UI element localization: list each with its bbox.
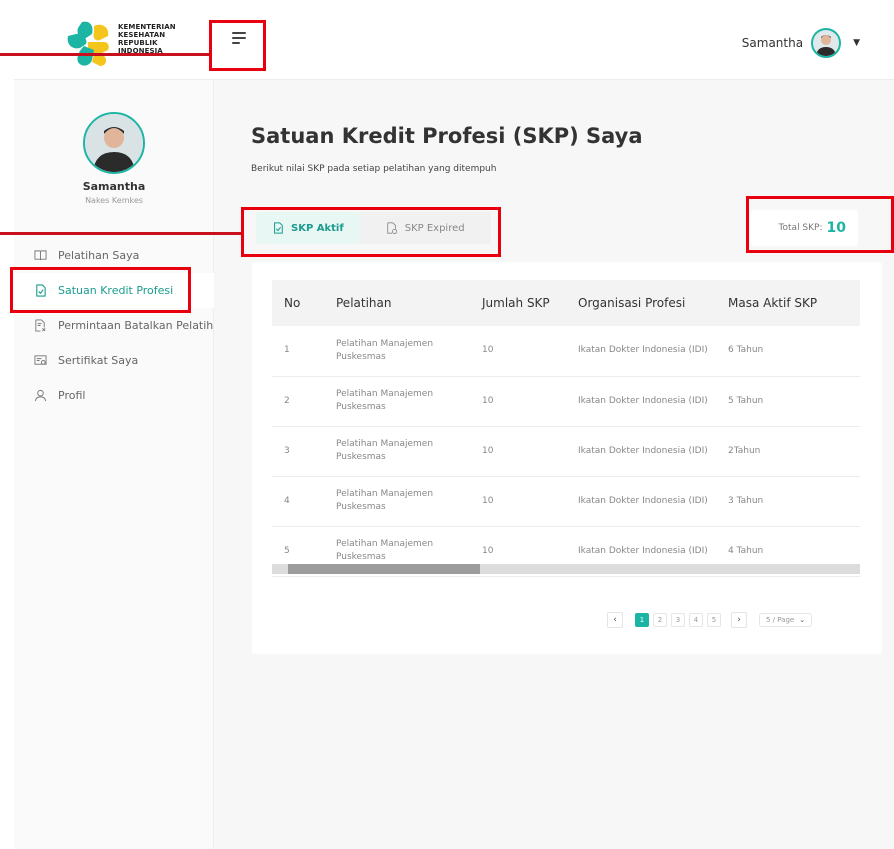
logo-icon	[67, 21, 109, 66]
tab-skp-expired[interactable]: SKP Expired	[359, 212, 491, 244]
column-header-organisasi-profesi: Organisasi Profesi	[566, 280, 716, 326]
cell-pelatihan: Pelatihan Manajemen Puskesmas	[324, 376, 470, 427]
cell-no: 4	[272, 476, 324, 527]
page-size-select[interactable]: 5 / Page ⌄	[759, 613, 813, 627]
page-subtitle: Berikut nilai SKP pada setiap pelatihan …	[251, 164, 497, 174]
document-check-icon	[274, 222, 283, 234]
table-row: 3 Pelatihan Manajemen Puskesmas 10 Ikata…	[272, 426, 860, 477]
cell-organisasi: Ikatan Dokter Indonesia (IDI)	[566, 426, 716, 477]
cell-jumlah: 10	[470, 426, 566, 477]
sidebar-item-profil[interactable]: Profil	[14, 378, 214, 413]
cell-pelatihan: Pelatihan Manajemen Puskesmas	[324, 426, 470, 477]
profile-role: Nakes Kemkes	[85, 196, 143, 205]
certificate-icon	[34, 355, 47, 365]
table-header-row: No Pelatihan Jumlah SKP Organisasi Profe…	[272, 280, 860, 326]
cell-organisasi: Ikatan Dokter Indonesia (IDI)	[566, 326, 716, 377]
sidebar-item-label: Sertifikat Saya	[58, 354, 139, 367]
column-header-jumlah-skp: Jumlah SKP	[470, 280, 566, 326]
pagination-page-5[interactable]: 5	[707, 613, 721, 627]
table-scroll-container: No Pelatihan Jumlah SKP Organisasi Profe…	[272, 280, 860, 577]
user-menu[interactable]: Samantha ▼	[742, 28, 860, 58]
top-header: KEMENTERIAN KESEHATAN REPUBLIK INDONESIA…	[14, 4, 894, 80]
total-skp-label: Total SKP:	[778, 223, 823, 233]
cell-jumlah: 10	[470, 326, 566, 377]
hamburger-menu-button[interactable]	[232, 32, 250, 48]
pagination-page-3[interactable]: 3	[671, 613, 685, 627]
skp-table-card: No Pelatihan Jumlah SKP Organisasi Profe…	[252, 262, 882, 654]
skp-tabs: SKP Aktif SKP Expired	[256, 212, 491, 244]
hamburger-line	[232, 37, 246, 39]
document-check-icon	[36, 284, 46, 297]
logo-line: REPUBLIK	[118, 39, 158, 47]
logo-text: KEMENTERIAN KESEHATAN REPUBLIK INDONESIA	[118, 23, 176, 55]
cell-organisasi: Ikatan Dokter Indonesia (IDI)	[566, 376, 716, 427]
cell-jumlah: 10	[470, 376, 566, 427]
pagination: ‹ 1 2 3 4 5 › 5 / Page ⌄	[607, 612, 813, 628]
main-content: Satuan Kredit Profesi (SKP) Saya Berikut…	[214, 80, 894, 849]
horizontal-scrollbar[interactable]	[272, 564, 860, 574]
user-photo-icon	[85, 114, 143, 172]
cell-pelatihan: Pelatihan Manajemen Puskesmas	[324, 476, 470, 527]
cell-organisasi: Ikatan Dokter Indonesia (IDI)	[566, 476, 716, 527]
pagination-prev-button[interactable]: ‹	[607, 612, 623, 628]
hamburger-line	[232, 32, 246, 34]
user-icon	[34, 389, 47, 402]
pagination-page-2[interactable]: 2	[653, 613, 667, 627]
cell-jumlah: 10	[470, 476, 566, 527]
profile-name: Samantha	[82, 180, 146, 193]
document-expired-icon	[387, 222, 397, 234]
pagination-page-4[interactable]: 4	[689, 613, 703, 627]
table-row: 1 Pelatihan Manajemen Puskesmas 10 Ikata…	[272, 326, 860, 377]
total-skp-value: 10	[826, 220, 846, 236]
cell-masa: 3 Tahun	[716, 476, 860, 527]
sidebar-item-sertifikat-saya[interactable]: Sertifikat Saya	[14, 343, 214, 378]
cell-no: 2	[272, 376, 324, 427]
table-row: 4 Pelatihan Manajemen Puskesmas 10 Ikata…	[272, 476, 860, 527]
document-cancel-icon	[35, 319, 46, 332]
book-icon	[34, 250, 47, 261]
sidebar-item-label: Permintaan Batalkan Pelatihan	[58, 319, 227, 332]
sidebar-nav: Pelatihan Saya Satuan Kredit Profesi Per…	[14, 238, 227, 413]
column-header-pelatihan: Pelatihan	[324, 280, 470, 326]
pagination-page-1[interactable]: 1	[635, 613, 649, 627]
logo-line: INDONESIA	[118, 47, 163, 55]
logo-line: KESEHATAN	[118, 31, 166, 39]
sidebar-profile: Samantha Nakes Kemkes	[14, 112, 214, 205]
sidebar-item-satuan-kredit-profesi[interactable]: Satuan Kredit Profesi	[14, 273, 214, 308]
header-avatar[interactable]	[811, 28, 842, 58]
tab-skp-aktif[interactable]: SKP Aktif	[256, 212, 360, 244]
chevron-down-icon: ⌄	[799, 616, 806, 624]
page-title: Satuan Kredit Profesi (SKP) Saya	[251, 124, 643, 148]
column-header-masa-aktif-skp: Masa Aktif SKP	[716, 280, 860, 326]
cell-pelatihan: Pelatihan Manajemen Puskesmas	[324, 326, 470, 377]
pagination-next-button[interactable]: ›	[731, 612, 747, 628]
profile-avatar	[83, 112, 145, 174]
sidebar-item-label: Profil	[58, 389, 86, 402]
header-user-name: Samantha	[741, 36, 804, 50]
table-row: 2 Pelatihan Manajemen Puskesmas 10 Ikata…	[272, 376, 860, 427]
cell-no: 1	[272, 326, 324, 377]
logo-line: KEMENTERIAN	[118, 23, 176, 31]
column-header-no: No	[272, 280, 324, 326]
sidebar-item-label: Satuan Kredit Profesi	[58, 284, 174, 297]
kemenkes-logo[interactable]: KEMENTERIAN KESEHATAN REPUBLIK INDONESIA	[64, 20, 194, 70]
page-size-value: 5 / Page	[766, 616, 795, 624]
sidebar: Samantha Nakes Kemkes Pelatihan Saya Sat…	[14, 80, 227, 849]
tab-label: SKP Expired	[404, 222, 465, 234]
sidebar-item-permintaan-batalkan-pelatihan[interactable]: Permintaan Batalkan Pelatihan	[14, 308, 227, 343]
cell-masa: 5 Tahun	[716, 376, 860, 427]
scrollbar-thumb[interactable]	[288, 564, 480, 574]
cell-masa: 2Tahun	[716, 426, 860, 477]
hamburger-line	[232, 42, 240, 44]
chevron-down-icon[interactable]: ▼	[853, 38, 860, 48]
sidebar-item-pelatihan-saya[interactable]: Pelatihan Saya	[14, 238, 214, 273]
cell-no: 3	[272, 426, 324, 477]
sidebar-item-label: Pelatihan Saya	[58, 249, 140, 262]
skp-table: No Pelatihan Jumlah SKP Organisasi Profe…	[272, 280, 860, 577]
total-skp-box: Total SKP: 10	[750, 210, 858, 246]
cell-masa: 6 Tahun	[716, 326, 860, 377]
user-photo-icon	[816, 35, 837, 56]
tab-label: SKP Aktif	[291, 222, 344, 234]
